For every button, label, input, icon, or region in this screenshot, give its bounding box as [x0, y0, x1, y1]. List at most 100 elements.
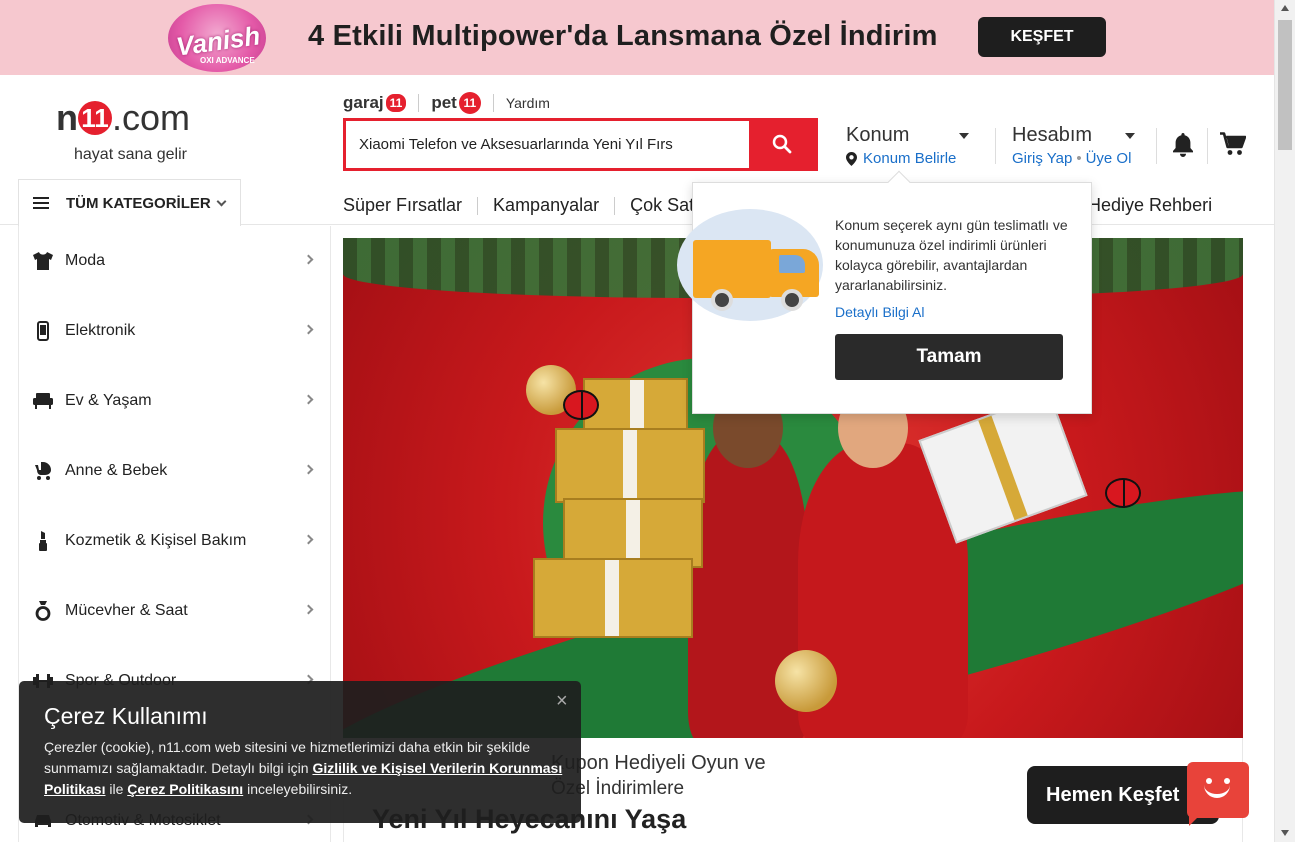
all-categories-button[interactable]: TÜM KATEGORİLER [18, 179, 241, 226]
ring-icon [33, 601, 53, 621]
chevron-right-icon [303, 464, 314, 475]
divider [418, 94, 420, 112]
pet-badge: 11 [458, 92, 481, 114]
sidebar-item-ev-yasam[interactable]: Ev & Yaşam [19, 366, 330, 436]
n11-logo[interactable]: n 11.com [56, 97, 190, 139]
sub-links: garaj 11 pet 11 Yardım [343, 92, 550, 114]
cookie-text: Çerezler (cookie), n11.com web sitesini … [44, 737, 564, 800]
page-scrollbar[interactable] [1274, 0, 1295, 842]
close-icon[interactable]: × [556, 690, 568, 713]
logo-n: n [56, 97, 78, 138]
location-title: Konum [846, 124, 910, 146]
account-links: Giriş Yap • Üye Ol [1012, 150, 1152, 167]
shirt-icon [33, 251, 53, 271]
garaj-label: garaj [343, 93, 384, 112]
location-action-label: Konum Belirle [863, 150, 957, 167]
ladybug-icon [1105, 478, 1141, 508]
popover-ok-button[interactable]: Tamam [835, 334, 1063, 380]
sidebar-item-label: Mücevher & Saat [65, 602, 188, 619]
tagline: hayat sana gelir [74, 146, 187, 163]
map-pin-icon [846, 151, 857, 166]
garaj11-link[interactable]: garaj 11 [343, 93, 407, 113]
sidebar-item-label: Ev & Yaşam [65, 392, 152, 409]
notifications-button[interactable] [1172, 133, 1194, 162]
location-menu[interactable]: Konum Konum Belirle [846, 124, 976, 167]
all-categories-label: TÜM KATEGORİLER [66, 194, 211, 212]
sofa-icon [33, 391, 53, 411]
pet-label: pet [431, 93, 457, 112]
sidebar-item-mucevher-saat[interactable]: Mücevher & Saat [19, 576, 330, 646]
vanish-logo: Vanish OXI ADVANCE [168, 4, 266, 72]
cookie-text-part: ile [105, 781, 128, 797]
scroll-up-arrow-icon[interactable] [1281, 5, 1289, 11]
main-nav: Süper Fırsatlar Kampanyalar Çok Satanlar [343, 195, 734, 216]
hero-caption-line1: Kupon Hediyeli Oyun ve [551, 752, 766, 774]
popover-info-link[interactable]: Detaylı Bilgi Al [835, 304, 924, 320]
bell-icon [1173, 133, 1193, 157]
divider [1207, 128, 1208, 164]
gift-box [555, 428, 705, 503]
sidebar-item-elektronik[interactable]: Elektronik [19, 296, 330, 366]
scrollbar-thumb[interactable] [1278, 20, 1292, 150]
chevron-down-icon [216, 196, 227, 206]
cookie-banner: Çerez Kullanımı Çerezler (cookie), n11.c… [19, 681, 581, 823]
divider [492, 94, 494, 112]
nav-item-hediye-rehberi[interactable]: Hediye Rehberi [1088, 195, 1212, 216]
chevron-down-icon [959, 133, 969, 139]
sidebar-item-label: Elektronik [65, 322, 136, 339]
cookie-policy-link[interactable]: Çerez Politikasını [127, 781, 243, 797]
gift-box [533, 558, 693, 638]
ornament [775, 650, 837, 712]
search-input[interactable] [346, 121, 750, 168]
signup-link[interactable]: Üye Ol [1086, 150, 1132, 167]
sidebar-item-anne-bebek[interactable]: Anne & Bebek [19, 436, 330, 506]
divider [995, 128, 996, 164]
sidebar-item-label: Anne & Bebek [65, 462, 168, 479]
help-link[interactable]: Yardım [506, 95, 550, 111]
location-popover: Konum seçerek aynı gün teslimatlı ve kon… [677, 170, 1092, 414]
phone-icon [33, 321, 53, 341]
promo-banner[interactable]: Vanish OXI ADVANCE 4 Etkili Multipower'd… [0, 0, 1274, 75]
garaj-badge: 11 [385, 94, 407, 112]
account-menu[interactable]: Hesabım Giriş Yap • Üye Ol [1012, 124, 1152, 167]
chevron-right-icon [303, 534, 314, 545]
chevron-right-icon [303, 254, 314, 265]
search-box [343, 118, 818, 171]
sidebar-item-label: Kozmetik & Kişisel Bakım [65, 532, 247, 549]
ladybug-icon [563, 390, 599, 420]
sidebar-item-moda[interactable]: Moda [19, 226, 330, 296]
search-icon [772, 134, 792, 154]
cart-icon [1220, 132, 1247, 155]
popover-text: Konum seçerek aynı gün teslimatlı ve kon… [835, 217, 1068, 293]
chevron-right-icon [303, 394, 314, 405]
pet11-link[interactable]: pet 11 [431, 92, 481, 114]
promo-kesfet-button[interactable]: KEŞFET [978, 17, 1106, 57]
cookie-title: Çerez Kullanımı [44, 703, 208, 729]
chevron-right-icon [303, 604, 314, 615]
scroll-down-arrow-icon[interactable] [1281, 830, 1289, 836]
nav-item-kampanyalar[interactable]: Kampanyalar [493, 195, 599, 216]
logo-com: .com [112, 97, 191, 138]
logo-11: 11 [78, 101, 112, 135]
promo-text: 4 Etkili Multipower'da Lansmana Özel İnd… [308, 20, 938, 52]
sidebar-item-label: Moda [65, 252, 106, 269]
divider [614, 196, 616, 215]
divider [1156, 128, 1157, 164]
separator-dot: • [1076, 150, 1082, 167]
search-button[interactable] [749, 121, 815, 168]
login-link[interactable]: Giriş Yap [1012, 150, 1072, 167]
location-set-link[interactable]: Konum Belirle [846, 150, 976, 167]
cookie-text-part: inceleyebilirsiniz. [243, 781, 353, 797]
chevron-right-icon [303, 324, 314, 335]
cart-button[interactable] [1220, 132, 1247, 161]
sidebar-item-kozmetik[interactable]: Kozmetik & Kişisel Bakım [19, 506, 330, 576]
vanish-logo-subtext: OXI ADVANCE [200, 56, 255, 65]
hamburger-icon [33, 197, 49, 209]
nav-item-super-firsatlar[interactable]: Süper Fırsatlar [343, 195, 462, 216]
lipstick-icon [33, 531, 53, 551]
chevron-down-icon [1125, 133, 1135, 139]
divider [477, 196, 479, 215]
chat-bot-mouth [1204, 784, 1230, 798]
chat-bot-icon[interactable] [1187, 762, 1249, 826]
stroller-icon [33, 461, 53, 481]
